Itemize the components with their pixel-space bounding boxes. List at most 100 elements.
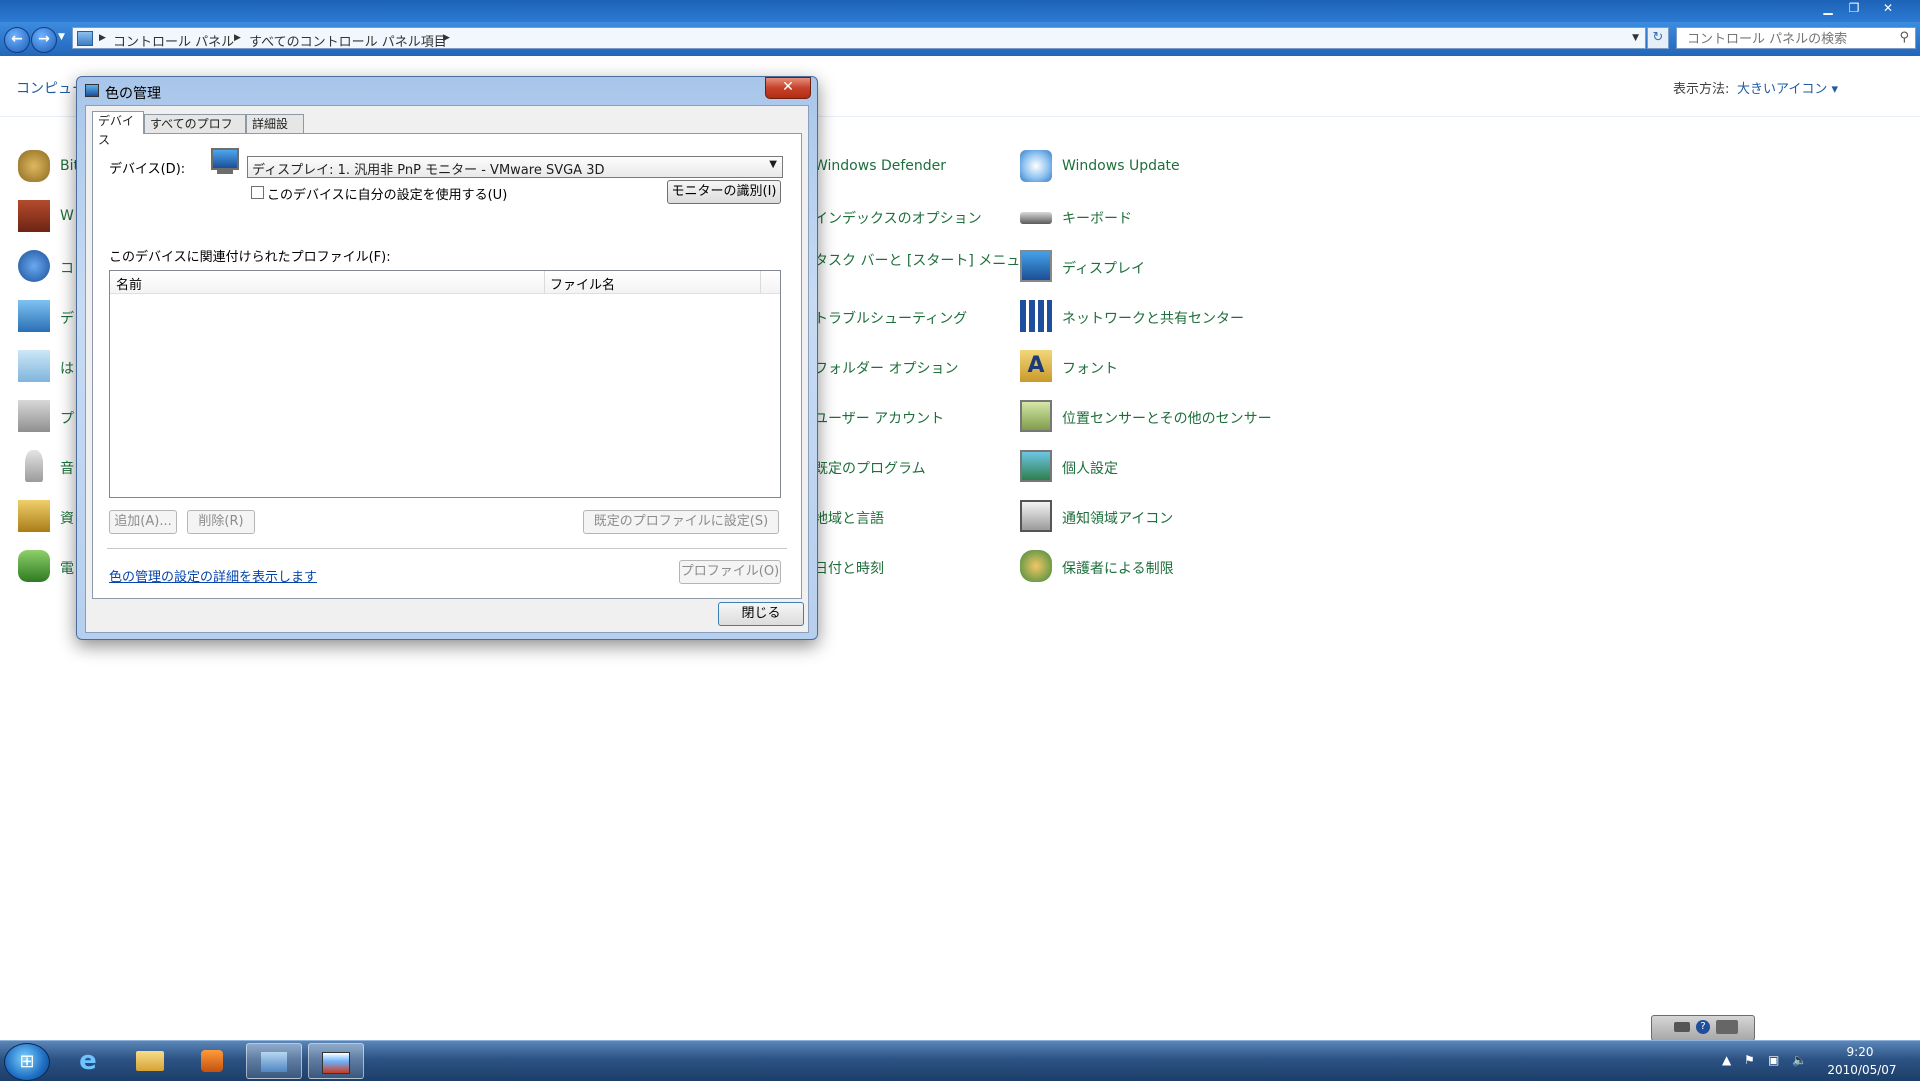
cp-item-display[interactable]: ディスプレイ [1020, 250, 1280, 290]
refresh-button[interactable]: ↻ [1647, 27, 1669, 49]
parental-controls-icon [1020, 550, 1052, 582]
column-header-filename[interactable]: ファイル名 [550, 274, 615, 293]
tab-advanced[interactable]: 詳細設定 [246, 114, 304, 150]
language-bar[interactable]: ? [1651, 1015, 1755, 1041]
document-icon [18, 350, 50, 382]
breadcrumb-item[interactable]: すべてのコントロール パネル項目 [249, 31, 447, 50]
address-dropdown-icon[interactable]: ▼ [1632, 33, 1639, 43]
search-box[interactable]: ⚲ [1676, 27, 1916, 49]
dropdown-arrow-icon: ▼ [769, 159, 777, 170]
internet-explorer-icon: e [79, 1046, 97, 1076]
search-input[interactable] [1685, 31, 1889, 48]
window-titlebar: ▁ ❐ ✕ [0, 0, 1920, 22]
dialog-title: 色の管理 [105, 86, 161, 102]
clock-time[interactable]: 9:20 [1836, 1045, 1884, 1059]
column-separator[interactable] [760, 271, 761, 293]
keyboard-icon[interactable] [1674, 1022, 1690, 1032]
cp-item-fonts[interactable]: A フォント [1020, 350, 1280, 390]
remove-profile-button[interactable]: 削除(R) [187, 510, 255, 534]
cp-item-network-sharing[interactable]: ネットワークと共有センター [1020, 300, 1280, 340]
font-icon: A [1020, 350, 1052, 382]
dialog-close-button[interactable]: ✕ [765, 77, 811, 99]
add-profile-button[interactable]: 追加(A)... [109, 510, 177, 534]
device-dropdown-value: ディスプレイ: 1. 汎用非 PnP モニター - VMware SVGA 3D [252, 163, 605, 178]
monitor-icon [18, 300, 50, 332]
devices-tab-panel: デバイス(D): ディスプレイ: 1. 汎用非 PnP モニター - VMwar… [92, 133, 802, 599]
windows-update-icon [1020, 150, 1052, 182]
divider [107, 548, 787, 549]
network-icon [1020, 300, 1052, 332]
control-panel-icon [261, 1052, 287, 1072]
color-management-icon [85, 84, 99, 97]
media-player-taskbar-button[interactable] [184, 1043, 240, 1079]
firewall-icon [18, 200, 50, 232]
column-header-name[interactable]: 名前 [116, 274, 142, 293]
breadcrumb-separator[interactable]: ▶ [443, 33, 450, 43]
ime-mode-icon[interactable] [1716, 1020, 1738, 1034]
cp-item-windows-update[interactable]: Windows Update [1020, 150, 1280, 190]
breadcrumb-separator[interactable]: ▶ [99, 33, 106, 43]
cp-item-location-sensors[interactable]: 位置センサーとその他のセンサー [1020, 400, 1280, 440]
address-bar-row: ← → ▼ ▶ コントロール パネル ▶ すべてのコントロール パネル項目 ▶ … [0, 22, 1920, 56]
microphone-icon [25, 450, 43, 482]
key-icon [18, 150, 50, 182]
accessibility-icon [18, 250, 50, 282]
minimize-button[interactable]: ▁ [1816, 0, 1840, 18]
breadcrumb-item[interactable]: コントロール パネル [113, 31, 234, 50]
cp-item-notification-icons[interactable]: 通知領域アイコン [1020, 500, 1280, 540]
color-management-dialog: 色の管理 ✕ デバイス すべてのプロファイル 詳細設定 デバイス(D): ディス… [76, 76, 818, 640]
use-my-settings-label[interactable]: このデバイスに自分の設定を使用する(U) [267, 184, 507, 203]
close-button[interactable]: ✕ [1868, 0, 1908, 18]
personalization-icon [1020, 450, 1052, 482]
profiles-button[interactable]: プロファイル(O) [679, 560, 781, 584]
credentials-icon [18, 500, 50, 532]
dialog-close-bottom-button[interactable]: 閉じる [718, 602, 804, 626]
recent-pages-dropdown[interactable]: ▼ [58, 32, 65, 42]
tab-devices[interactable]: デバイス [92, 111, 144, 147]
action-center-flag-icon[interactable]: ⚑ [1744, 1053, 1755, 1067]
use-my-settings-checkbox[interactable] [251, 186, 264, 199]
address-bar[interactable]: ▶ コントロール パネル ▶ すべてのコントロール パネル項目 ▶ ▼ [72, 27, 1646, 50]
monitor-stand-icon [217, 170, 233, 174]
device-label: デバイス(D): [109, 162, 186, 177]
start-button[interactable]: ⊞ [4, 1043, 50, 1081]
power-icon [18, 550, 50, 582]
control-panel-taskbar-button[interactable] [246, 1043, 302, 1079]
help-icon[interactable]: ? [1696, 1020, 1710, 1034]
restore-button[interactable]: ❐ [1842, 0, 1866, 18]
taskbar: ⊞ e ▲ ⚑ ▣ 🔈 9:20 2010/05/07 [0, 1040, 1920, 1081]
set-default-profile-button[interactable]: 既定のプロファイルに設定(S) [583, 510, 779, 534]
column-separator[interactable] [544, 271, 545, 293]
control-panel-icon [77, 31, 93, 46]
device-dropdown[interactable]: ディスプレイ: 1. 汎用非 PnP モニター - VMware SVGA 3D… [247, 156, 783, 178]
tab-all-profiles[interactable]: すべてのプロファイル [144, 114, 246, 150]
keyboard-icon [1020, 212, 1052, 224]
color-management-taskbar-button[interactable] [308, 1043, 364, 1079]
clock-date[interactable]: 2010/05/07 [1824, 1063, 1900, 1077]
search-icon[interactable]: ⚲ [1899, 30, 1909, 45]
cp-item-personalization[interactable]: 個人設定 [1020, 450, 1280, 490]
folder-icon [136, 1051, 164, 1071]
programs-icon [18, 400, 50, 432]
cp-item-keyboard[interactable]: キーボード [1020, 200, 1280, 240]
breadcrumb-separator[interactable]: ▶ [234, 33, 241, 43]
profiles-table[interactable]: 名前 ファイル名 [109, 270, 781, 498]
volume-icon[interactable]: 🔈 [1792, 1053, 1807, 1067]
show-hidden-icons-button[interactable]: ▲ [1722, 1053, 1731, 1067]
profiles-label: このデバイスに関連付けられたプロファイル(F): [109, 250, 391, 265]
profiles-table-header: 名前 ファイル名 [110, 271, 780, 294]
view-by-dropdown[interactable]: 大きいアイコン ▾ [1737, 78, 1838, 97]
media-player-icon [201, 1050, 223, 1072]
display-icon [1020, 250, 1052, 282]
identify-monitors-button[interactable]: モニターの識別(I) [667, 180, 781, 204]
forward-button[interactable]: → [31, 27, 57, 53]
advanced-settings-link[interactable]: 色の管理の設定の詳細を表示します [109, 566, 317, 585]
back-button[interactable]: ← [4, 27, 30, 53]
internet-explorer-taskbar-button[interactable]: e [60, 1043, 116, 1079]
sensor-icon [1020, 400, 1052, 432]
view-by-label: 表示方法: [1673, 82, 1730, 97]
monitor-icon [211, 148, 239, 170]
cp-item-parental-controls[interactable]: 保護者による制限 [1020, 550, 1280, 590]
explorer-taskbar-button[interactable] [122, 1043, 178, 1079]
network-icon[interactable]: ▣ [1768, 1053, 1779, 1067]
